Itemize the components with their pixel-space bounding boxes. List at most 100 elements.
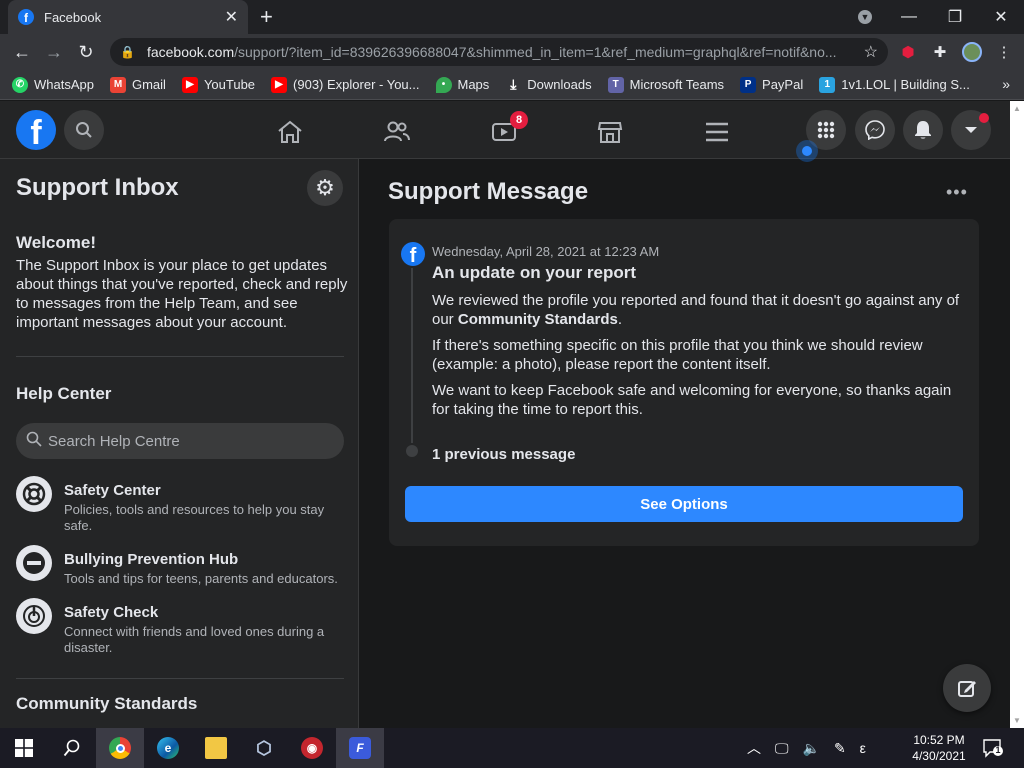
messenger-icon (865, 120, 885, 140)
bookmark-teams[interactable]: T Microsoft Teams (607, 76, 724, 93)
paypal-icon: P (740, 76, 757, 93)
sidebar-title: Support Inbox (16, 174, 179, 201)
language-indicator[interactable]: ε (860, 740, 866, 756)
forward-icon[interactable]: → (38, 42, 70, 63)
address-bar[interactable]: 🔒 facebook.com/support/?item_id=83962639… (110, 38, 888, 66)
reload-icon[interactable]: ↻ (70, 42, 102, 63)
bookmarks-overflow-icon[interactable]: » (1002, 76, 1010, 92)
start-button[interactable] (0, 728, 48, 768)
new-tab-button[interactable]: + (260, 4, 273, 30)
taskbar-file-explorer[interactable] (192, 728, 240, 768)
help-item-desc: Tools and tips for teens, parents and ed… (64, 571, 338, 586)
help-item-bullying-prevention[interactable]: Bullying Prevention Hub Tools and tips f… (16, 545, 346, 587)
help-item-safety-center[interactable]: Safety Center Policies, tools and resour… (16, 476, 346, 534)
volume-icon[interactable]: 🔈 (803, 740, 820, 757)
facebook-logo-icon[interactable]: f (16, 110, 56, 150)
cube-icon: ⬡ (256, 737, 272, 758)
taskbar-recorder[interactable]: ◉ (288, 728, 336, 768)
scroll-up-icon[interactable]: ▲ (1013, 104, 1021, 113)
app-f-icon: F (349, 737, 371, 759)
bookmark-downloads[interactable]: ⤓ Downloads (505, 76, 591, 93)
menu-nav-button[interactable] (687, 112, 747, 152)
watch-notification-badge: 8 (510, 111, 528, 129)
bookmark-1v1lol[interactable]: 1 1v1.LOL | Building S... (819, 76, 970, 93)
help-search-box[interactable] (16, 423, 344, 459)
taskbar-app-f[interactable]: F (336, 728, 384, 768)
bookmark-gmail[interactable]: M Gmail (109, 76, 166, 93)
page-title: Support Message (388, 178, 589, 205)
adblock-extension-icon[interactable]: ⬢ (896, 40, 920, 64)
bookmark-explorer[interactable]: ▶ (903) Explorer - You... (271, 76, 420, 93)
bookmark-paypal[interactable]: P PayPal (740, 76, 803, 93)
minimize-icon[interactable]: — (886, 8, 932, 26)
clock-date: 4/30/2021 (912, 749, 966, 763)
close-tab-icon[interactable]: ✕ (225, 7, 238, 27)
message-heading: An update on your report (432, 263, 636, 282)
close-window-icon[interactable]: ✕ (978, 7, 1024, 27)
bookmark-youtube[interactable]: ▶ YouTube (181, 76, 255, 93)
download-icon: ⤓ (510, 76, 517, 92)
help-item-safety-check[interactable]: Safety Check Connect with friends and lo… (16, 598, 346, 656)
home-nav-button[interactable] (260, 112, 320, 152)
help-item-title: Safety Check (64, 604, 159, 621)
facebook-favicon-icon: f (18, 9, 34, 25)
search-button[interactable] (64, 110, 104, 150)
see-options-button[interactable]: See Options (405, 486, 963, 522)
notifications-button[interactable] (903, 110, 943, 150)
grid-apps-icon (817, 121, 835, 139)
marketplace-nav-button[interactable] (580, 112, 640, 152)
back-icon[interactable]: ← (6, 42, 38, 63)
search-icon (26, 431, 42, 452)
profile-avatar-icon[interactable] (960, 40, 984, 64)
1v1lol-icon: 1 (819, 76, 836, 93)
chevron-up-icon[interactable]: ︿ (747, 738, 761, 758)
pulse-indicator (796, 140, 818, 162)
browser-menu-icon[interactable]: ⋮ (992, 40, 1016, 64)
bookmarks-bar: ✆ WhatsApp M Gmail ▶ YouTube ▶ (903) Explore… (0, 70, 1024, 100)
compose-button[interactable] (943, 664, 991, 712)
action-center-button[interactable]: 1 (982, 738, 1004, 758)
community-standards-link[interactable]: Community Standards (458, 311, 618, 328)
taskbar-search-button[interactable] (48, 728, 96, 768)
divider (16, 678, 344, 679)
folder-icon (205, 737, 227, 759)
friends-nav-button[interactable] (367, 112, 427, 152)
gmail-icon: M (109, 76, 126, 93)
browser-tab[interactable]: f Facebook ✕ (8, 0, 248, 34)
network-icon[interactable]: 🖵 (775, 740, 789, 757)
more-options-icon[interactable]: ••• (946, 182, 968, 203)
tab-search-icon[interactable]: ▼ (858, 10, 872, 24)
extensions-puzzle-icon[interactable]: ✚ (928, 40, 952, 64)
teams-icon: T (607, 76, 624, 93)
taskbar-virtualbox[interactable]: ⬡ (240, 728, 288, 768)
page-scrollbar[interactable]: ▲ ▼ (1010, 101, 1024, 728)
pen-icon[interactable]: ✎ (834, 740, 846, 757)
youtube-icon: ▶ (271, 76, 288, 93)
marketplace-icon (597, 122, 623, 143)
previous-message-link[interactable]: 1 previous message (432, 446, 575, 463)
scroll-down-icon[interactable]: ▼ (1013, 716, 1021, 725)
url-text[interactable]: facebook.com/support/?item_id=8396263966… (147, 44, 864, 60)
search-icon (76, 122, 92, 138)
settings-button[interactable]: ⚙ (307, 170, 343, 206)
lock-icon[interactable]: 🔒 (120, 45, 135, 59)
taskbar-clock[interactable]: 10:52 PM 4/30/2021 (900, 732, 978, 764)
edge-icon: e (157, 737, 179, 759)
restore-icon[interactable]: ❐ (932, 7, 978, 27)
taskbar-edge[interactable]: e (144, 728, 192, 768)
bookmark-star-icon[interactable]: ☆ (864, 42, 878, 62)
thread-dot (406, 445, 418, 457)
bookmark-maps[interactable]: • Maps (435, 76, 489, 93)
bookmark-whatsapp[interactable]: ✆ WhatsApp (12, 76, 94, 93)
divider (16, 356, 344, 357)
maps-pin-icon: • (435, 76, 452, 93)
home-icon (278, 120, 302, 143)
message-paragraph-3: We want to keep Facebook safe and welcom… (432, 382, 952, 418)
help-search-input[interactable] (48, 432, 328, 450)
extension-area: ⬢ ✚ ⋮ (896, 40, 1016, 64)
messenger-button[interactable] (855, 110, 895, 150)
no-entry-icon (16, 545, 52, 581)
community-standards-title[interactable]: Community Standards (16, 694, 197, 714)
taskbar-chrome[interactable] (96, 728, 144, 768)
facebook-avatar-icon: f (401, 242, 425, 266)
